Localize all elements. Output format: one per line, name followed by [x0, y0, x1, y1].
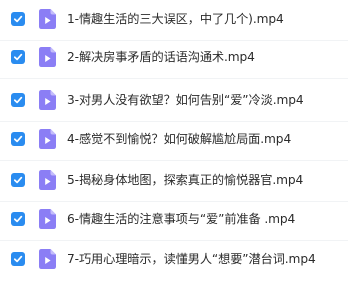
video-file-icon [39, 170, 56, 190]
file-row[interactable]: 5-揭秘身体地图，探索真正的愉悦器官.mp4 [0, 166, 348, 194]
file-name[interactable]: 5-揭秘身体地图，探索真正的愉悦器官.mp4 [67, 170, 303, 190]
check-icon [13, 15, 23, 23]
checkbox-checked[interactable] [11, 212, 25, 226]
video-file-icon [39, 9, 56, 29]
file-row[interactable]: 1-情趣生活的三大误区，中了几个).mp4 [0, 5, 348, 33]
video-file-icon [39, 129, 56, 149]
video-file-icon [39, 47, 56, 67]
checkbox-checked[interactable] [11, 173, 25, 187]
checkbox-checked[interactable] [11, 12, 25, 26]
checkbox-checked[interactable] [11, 132, 25, 146]
file-row[interactable]: 2-解决房事矛盾的话语沟通术.mp4 [0, 43, 348, 71]
file-name[interactable]: 4-感觉不到愉悦？如何破解尴尬局面.mp4 [67, 129, 291, 149]
row-divider [0, 201, 348, 202]
file-row[interactable]: 6-情趣生活的注意事项与“爱”前准备 .mp4 [0, 205, 348, 233]
row-divider [0, 121, 348, 122]
file-name[interactable]: 2-解决房事矛盾的话语沟通术.mp4 [67, 47, 255, 67]
check-icon [13, 255, 23, 263]
file-row[interactable]: 3-对男人没有欲望？如何告别“爱”冷淡.mp4 [0, 86, 348, 114]
check-icon [13, 53, 23, 61]
video-file-icon [39, 209, 56, 229]
file-row[interactable]: 7-巧用心理暗示，读懂男人“想要”潜台词.mp4 [0, 245, 348, 273]
video-file-icon [39, 249, 56, 269]
checkbox-checked[interactable] [11, 93, 25, 107]
file-name[interactable]: 1-情趣生活的三大误区，中了几个).mp4 [67, 9, 284, 29]
check-icon [13, 215, 23, 223]
checkbox-checked[interactable] [11, 252, 25, 266]
row-divider [0, 40, 348, 41]
file-name[interactable]: 7-巧用心理暗示，读懂男人“想要”潜台词.mp4 [67, 249, 316, 269]
check-icon [13, 135, 23, 143]
row-divider [0, 78, 348, 79]
checkbox-checked[interactable] [11, 50, 25, 64]
video-file-icon [39, 90, 56, 110]
row-divider [0, 160, 348, 161]
file-name[interactable]: 6-情趣生活的注意事项与“爱”前准备 .mp4 [67, 209, 295, 229]
row-divider [0, 240, 348, 241]
file-name[interactable]: 3-对男人没有欲望？如何告别“爱”冷淡.mp4 [67, 90, 304, 110]
check-icon [13, 176, 23, 184]
file-list: 1-情趣生活的三大误区，中了几个).mp4 2-解决房事矛盾的话语沟通术.mp4… [0, 0, 348, 291]
file-row[interactable]: 4-感觉不到愉悦？如何破解尴尬局面.mp4 [0, 125, 348, 153]
check-icon [13, 96, 23, 104]
